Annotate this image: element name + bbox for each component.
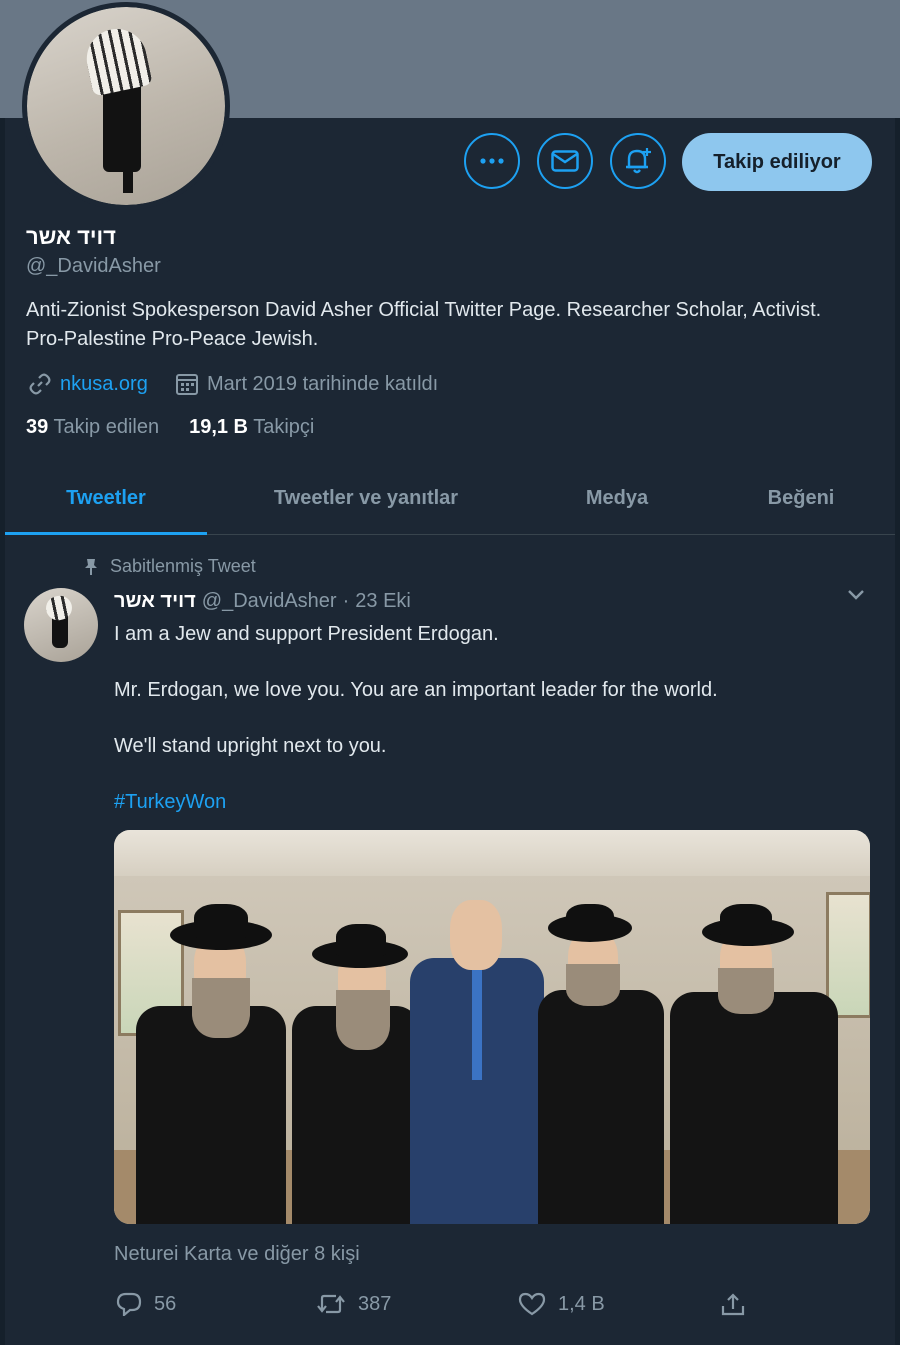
retweet-icon [317, 1294, 345, 1314]
tab-tweets[interactable]: Tweetler [5, 462, 207, 535]
share-icon [721, 1293, 745, 1316]
tweet-line-1: I am a Jew and support President Erdogan… [114, 623, 499, 645]
followers-count: 19,1 B [189, 416, 249, 438]
message-button[interactable] [537, 133, 593, 189]
following-label: Takip edilen [53, 416, 160, 438]
person-4-coat [538, 990, 664, 1224]
person-5-beard [718, 968, 774, 1014]
tweet-author-handle[interactable]: @_DavidAsher [202, 590, 337, 613]
person-5-hat-crown [720, 904, 772, 936]
avatar-shawl [81, 23, 153, 97]
more-icon [480, 158, 504, 164]
heart-icon [518, 1292, 546, 1316]
reply-icon [116, 1292, 142, 1316]
like-action[interactable]: 1,4 B [518, 1292, 605, 1316]
person-5-coat [670, 992, 838, 1224]
following-stat[interactable]: 39 Takip edilen [26, 416, 159, 439]
tweet-menu-button[interactable] [846, 588, 866, 602]
share-action[interactable] [720, 1292, 746, 1318]
followers-stat[interactable]: 19,1 B Takipçi [189, 416, 314, 439]
tweet-date[interactable]: 23 Eki [355, 590, 411, 613]
profile-handle: @_DavidAsher [26, 255, 161, 277]
bell-plus-icon [626, 148, 651, 174]
profile-website[interactable]: nkusa.org [28, 372, 148, 396]
tweet-photo[interactable] [114, 830, 870, 1224]
pinned-label: Sabitlenmiş Tweet [84, 556, 256, 577]
person-3-tie [472, 970, 482, 1080]
reply-count: 56 [154, 1292, 177, 1315]
photo-painting-right [826, 892, 870, 1018]
profile-avatar[interactable] [22, 2, 230, 210]
profile-bio: Anti-Zionist Spokesperson David Asher Of… [26, 299, 822, 350]
retweet-count: 387 [358, 1292, 392, 1315]
tab-likes[interactable]: Beğeni [725, 462, 877, 534]
more-button[interactable] [464, 133, 520, 189]
person-4-beard [566, 964, 620, 1006]
chevron-down-icon [848, 590, 864, 600]
tweet-avatar-shawl [43, 593, 75, 623]
tweet-line-2: Mr. Erdogan, we love you. You are an imp… [114, 679, 718, 701]
profile-stats: 39 Takip edilen 19,1 B Takipçi [26, 416, 314, 439]
avatar-photo [27, 7, 225, 205]
link-icon [29, 373, 51, 395]
tab-tweets-replies[interactable]: Tweetler ve yanıtlar [215, 462, 517, 534]
tweet-separator: · [342, 590, 350, 612]
like-count: 1,4 B [558, 1292, 605, 1315]
tweet-author-name[interactable]: דויד אשר [114, 590, 196, 613]
following-button[interactable]: Takip ediliyor [682, 133, 872, 191]
profile-name: דויד אשר [26, 224, 116, 249]
calendar-icon [176, 374, 198, 395]
liked-by-text[interactable]: Neturei Karta ve diğer 8 kişi [114, 1243, 360, 1266]
person-2-beard [336, 990, 390, 1050]
pin-icon [85, 558, 97, 575]
tab-media[interactable]: Medya [537, 462, 697, 534]
person-4-hat-crown [566, 904, 614, 934]
tweet-avatar[interactable] [24, 588, 98, 662]
person-3-face [450, 900, 502, 970]
profile-joined: Mart 2019 tarihinde katıldı [175, 372, 438, 396]
joined-date: Mart 2019 tarihinde katıldı [207, 372, 439, 395]
following-count: 39 [26, 416, 49, 438]
tweet-line-3: We'll stand upright next to you. [114, 735, 387, 757]
person-1-beard [192, 978, 250, 1038]
profile-tabs: Tweetler Tweetler ve yanıtlar Medya Beğe… [5, 462, 895, 535]
tweet-body: I am a Jew and support President Erdogan… [114, 620, 854, 844]
reply-action[interactable]: 56 [116, 1292, 176, 1316]
person-1-coat [136, 1006, 286, 1224]
followers-label: Takipçi [253, 416, 315, 438]
website-link[interactable]: nkusa.org [60, 373, 148, 396]
retweet-action[interactable]: 387 [316, 1292, 391, 1316]
person-2-hat-crown [336, 924, 386, 956]
person-1-hat-crown [194, 904, 248, 938]
photo-ceiling [114, 830, 870, 876]
hashtag-link[interactable]: #TurkeyWon [114, 791, 226, 813]
envelope-icon [551, 150, 579, 172]
avatar-legs [123, 167, 133, 193]
pinned-text: Sabitlenmiş Tweet [110, 556, 256, 576]
notifications-button[interactable] [610, 133, 666, 189]
tweet-header: דויד אשר @_DavidAsher · 23 Eki [114, 590, 411, 613]
